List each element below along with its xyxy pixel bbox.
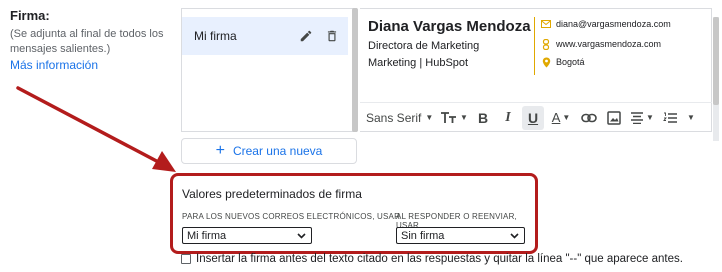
- create-signature-button[interactable]: + Crear una nueva: [181, 138, 357, 164]
- link-chain-icon: [541, 38, 551, 50]
- caret-down-icon: ▼: [687, 113, 695, 122]
- more-info-link[interactable]: Más información: [10, 58, 185, 72]
- bold-icon[interactable]: B: [472, 106, 494, 130]
- signature-email-row: diana@vargasmendoza.com: [541, 19, 671, 29]
- signature-company: Marketing | HubSpot: [368, 57, 469, 69]
- signature-item-label: Mi firma: [194, 29, 237, 43]
- signature-description: (Se adjunta al final de todos los mensaj…: [10, 28, 164, 55]
- defaults-title: Valores predeterminados de firma: [182, 187, 362, 201]
- mail-icon: [541, 19, 551, 29]
- signature-email: diana@vargasmendoza.com: [556, 19, 671, 29]
- editor-scrollbar[interactable]: [713, 17, 719, 105]
- signature-list-item[interactable]: Mi firma: [182, 17, 348, 55]
- signature-location: Bogotá: [556, 57, 585, 67]
- signature-list: Mi firma: [181, 8, 357, 132]
- align-icon[interactable]: ▼: [628, 106, 656, 130]
- link-icon[interactable]: [578, 106, 600, 130]
- edit-icon[interactable]: [296, 26, 316, 46]
- insert-before-quote-checkbox[interactable]: [181, 254, 191, 264]
- insert-before-quote-option: Insertar la firma antes del texto citado…: [181, 253, 683, 265]
- signature-list-scrollbar[interactable]: [352, 8, 358, 132]
- image-icon[interactable]: [603, 106, 625, 130]
- new-mail-signature-value: Mi firma: [187, 229, 227, 242]
- insert-before-quote-label: Insertar la firma antes del texto citado…: [196, 253, 683, 265]
- delete-icon[interactable]: [322, 26, 342, 46]
- more-options-icon[interactable]: ▼: [684, 106, 698, 130]
- signature-role: Directora de Marketing: [368, 40, 480, 52]
- caret-down-icon: ▼: [425, 113, 434, 122]
- signature-defaults-section: Valores predeterminados de firma PARA LO…: [170, 173, 538, 254]
- formatting-toolbar: Sans Serif ▼ ▼ B I U A ▼ ▼ ▼: [360, 102, 712, 132]
- signature-website-row: www.vargasmendoza.com: [542, 38, 662, 50]
- text-color-icon[interactable]: A ▼: [547, 106, 575, 130]
- reply-signature-value: Sin firma: [401, 229, 445, 242]
- chevron-down-icon: [297, 232, 306, 239]
- font-family-dropdown[interactable]: Sans Serif ▼: [366, 106, 436, 130]
- signature-settings-label: Firma: (Se adjunta al final de todos los…: [10, 8, 185, 72]
- text-size-icon[interactable]: ▼: [439, 106, 469, 130]
- signature-location-row: Bogotá: [542, 57, 585, 67]
- signature-website: www.vargasmendoza.com: [556, 39, 662, 49]
- font-family-value: Sans Serif: [366, 110, 422, 125]
- plus-icon: +: [215, 142, 225, 159]
- chevron-down-icon: [510, 232, 519, 239]
- numbered-list-icon[interactable]: [659, 106, 681, 130]
- signature-person-name: Diana Vargas Mendoza: [368, 18, 531, 35]
- caret-down-icon: ▼: [460, 113, 468, 122]
- new-mail-label: PARA LOS NUEVOS CORREOS ELECTRÓNICOS, US…: [182, 212, 401, 221]
- reply-signature-select[interactable]: Sin firma: [396, 227, 525, 244]
- underline-icon[interactable]: U: [522, 105, 544, 130]
- caret-down-icon: ▼: [562, 113, 571, 122]
- caret-down-icon: ▼: [646, 113, 654, 122]
- signature-editor[interactable]: Diana Vargas Mendoza Directora de Market…: [360, 8, 719, 141]
- signature-divider: [534, 17, 535, 75]
- location-pin-icon: [541, 57, 551, 67]
- create-signature-label: Crear una nueva: [232, 144, 323, 158]
- italic-icon[interactable]: I: [497, 106, 519, 130]
- signature-title: Firma:: [10, 8, 50, 23]
- new-mail-signature-select[interactable]: Mi firma: [182, 227, 312, 244]
